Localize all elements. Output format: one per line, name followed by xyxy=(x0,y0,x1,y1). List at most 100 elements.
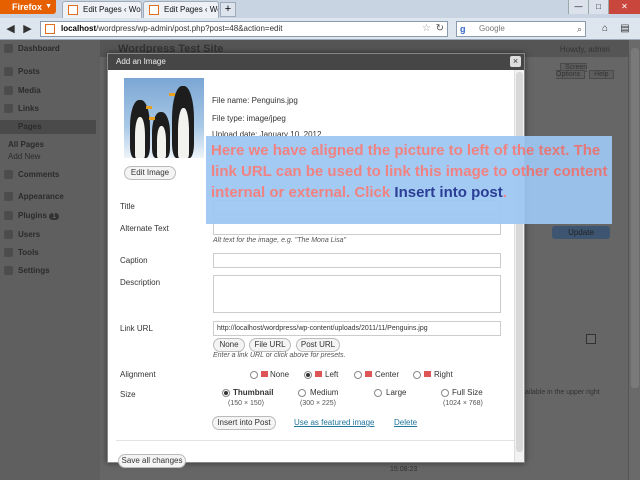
forward-arrow-icon[interactable]: ▶ xyxy=(19,21,36,37)
callout-text-end: . xyxy=(502,184,507,201)
size-thumbnail-dims: (150 × 150) xyxy=(228,400,264,407)
home-icon[interactable]: ⌂ xyxy=(598,22,612,36)
modal-divider xyxy=(116,440,514,441)
align-center-radio[interactable] xyxy=(354,371,362,379)
minimize-icon[interactable]: — xyxy=(568,0,588,14)
file-name-text: File name: Penguins.jpg xyxy=(212,96,298,105)
sidebar-item-add-new[interactable]: Add New xyxy=(8,152,40,161)
sidebar-item-all-pages[interactable]: All Pages xyxy=(8,140,44,149)
sidebar-item-tools[interactable]: Tools xyxy=(18,248,39,257)
settings-icon xyxy=(4,266,13,275)
align-none-radio[interactable] xyxy=(250,371,258,379)
align-center-icon xyxy=(365,371,372,377)
sidebar-item-settings[interactable]: Settings xyxy=(18,266,50,275)
modal-title: Add an Image xyxy=(108,54,524,70)
sidebar-item-appearance[interactable]: Appearance xyxy=(18,192,64,201)
align-left-icon xyxy=(315,371,322,377)
url-path: /wordpress/wp-admin/post.php?post=48&act… xyxy=(96,24,283,33)
sidebar-item-links[interactable]: Links xyxy=(18,104,39,113)
align-right-label: Right xyxy=(434,370,453,379)
align-left-label: Left xyxy=(325,370,339,379)
insert-into-post-button[interactable]: Insert into Post xyxy=(212,416,276,430)
align-right-radio[interactable] xyxy=(413,371,421,379)
callout-highlight: Insert into post xyxy=(394,184,503,201)
search-icon[interactable]: ⌕ xyxy=(577,22,582,36)
links-icon xyxy=(4,104,13,113)
size-label: Size xyxy=(120,390,136,399)
browser-tab[interactable]: Edit Pages ‹ Wordpress Test Site — Word.… xyxy=(62,1,142,18)
maximize-icon[interactable]: □ xyxy=(588,0,608,14)
add-image-modal: Add an Image × File name: Penguins.jpg F… xyxy=(107,53,525,468)
delete-link[interactable]: Delete xyxy=(394,418,417,427)
bookmarks-icon[interactable]: ▤ xyxy=(618,22,632,36)
penguin-shape xyxy=(130,100,152,158)
sidebar-item-media[interactable]: Media xyxy=(18,86,41,95)
use-as-featured-image-link[interactable]: Use as featured image xyxy=(294,418,375,427)
plugins-icon xyxy=(4,211,13,220)
close-window-icon[interactable]: ✕ xyxy=(608,0,640,14)
template-select[interactable] xyxy=(586,334,596,344)
penguins-thumbnail xyxy=(124,78,204,158)
link-url-input[interactable]: http://localhost/wordpress/wp-content/up… xyxy=(213,321,501,336)
browser-tab[interactable]: Edit Pages ‹ Wordpress Test Site — Word.… xyxy=(143,1,219,18)
comments-icon xyxy=(4,170,13,179)
sidebar-item-dashboard[interactable]: Dashboard xyxy=(18,44,60,53)
search-input[interactable]: g Google ⌕ xyxy=(456,21,586,37)
sidebar-item-comments[interactable]: Comments xyxy=(18,170,59,179)
size-thumbnail-label: Thumbnail xyxy=(233,388,274,397)
size-thumbnail-radio[interactable] xyxy=(222,389,230,397)
wordpress-favicon-icon xyxy=(68,5,78,15)
link-file-url-button[interactable]: File URL xyxy=(249,338,291,352)
back-arrow-icon[interactable]: ◀ xyxy=(2,21,19,37)
screen-options-button[interactable]: Screen Options xyxy=(556,63,588,79)
alt-text-hint: Alt text for the image, e.g. "The Mona L… xyxy=(213,237,346,244)
edit-image-button[interactable]: Edit Image xyxy=(124,166,176,180)
new-tab-button[interactable]: + xyxy=(220,2,236,17)
chevron-down-icon: ▼ xyxy=(45,3,52,10)
link-url-label: Link URL xyxy=(120,324,153,333)
page-scrollbar-thumb[interactable] xyxy=(631,48,639,388)
align-center-label: Center xyxy=(375,370,400,379)
align-left-radio[interactable] xyxy=(304,371,312,379)
help-button[interactable]: Help xyxy=(589,70,614,79)
size-full-radio[interactable] xyxy=(441,389,449,397)
sidebar-item-users[interactable]: Users xyxy=(18,230,40,239)
sidebar-item-posts[interactable]: Posts xyxy=(18,67,40,76)
media-icon xyxy=(4,86,13,95)
align-none-label: None xyxy=(270,370,290,379)
side-note-text: ailable in the upper right xyxy=(525,389,600,396)
howdy-menu[interactable]: Howdy, admin xyxy=(560,45,610,54)
description-textarea[interactable] xyxy=(213,275,501,313)
page-scrollbar[interactable] xyxy=(628,40,640,480)
penguin-shape xyxy=(149,112,170,158)
align-right-icon xyxy=(424,371,431,377)
link-none-button[interactable]: None xyxy=(213,338,245,352)
sidebar-item-pages[interactable]: Pages xyxy=(0,120,96,134)
firefox-menu-button[interactable]: Firefox ▼ xyxy=(0,0,56,14)
size-large-radio[interactable] xyxy=(374,389,382,397)
align-none-icon xyxy=(261,371,268,377)
close-icon[interactable]: × xyxy=(510,56,521,67)
url-bar[interactable]: localhost/wordpress/wp-admin/post.php?po… xyxy=(40,21,448,37)
reload-icon[interactable]: ↻ xyxy=(436,22,444,36)
modal-scrollbar-thumb[interactable] xyxy=(516,72,523,452)
bookmark-star-icon[interactable]: ☆ xyxy=(422,22,431,36)
browser-tab-bar: Firefox▼ Edit Pages ‹ Wordpress Test Sit… xyxy=(0,0,640,18)
url-host: localhost xyxy=(61,24,97,33)
alt-text-label: Alternate Text xyxy=(120,224,169,233)
google-icon: g xyxy=(460,24,466,34)
wp-admin-sidebar: Dashboard Posts Media Links Pages All Pa… xyxy=(0,40,100,480)
penguin-shape xyxy=(169,86,194,158)
caption-label: Caption xyxy=(120,256,148,265)
description-label: Description xyxy=(120,278,161,287)
tools-icon xyxy=(4,248,13,257)
modal-scrollbar[interactable] xyxy=(514,70,524,462)
sidebar-item-plugins[interactable]: Plugins 1 xyxy=(18,211,60,220)
appearance-icon xyxy=(4,192,13,201)
save-all-changes-button[interactable]: Save all changes xyxy=(118,454,186,468)
link-post-url-button[interactable]: Post URL xyxy=(296,338,340,352)
size-medium-dims: (300 × 225) xyxy=(300,400,336,407)
size-medium-radio[interactable] xyxy=(298,389,306,397)
update-button[interactable]: Update xyxy=(552,226,610,239)
caption-input[interactable] xyxy=(213,253,501,268)
